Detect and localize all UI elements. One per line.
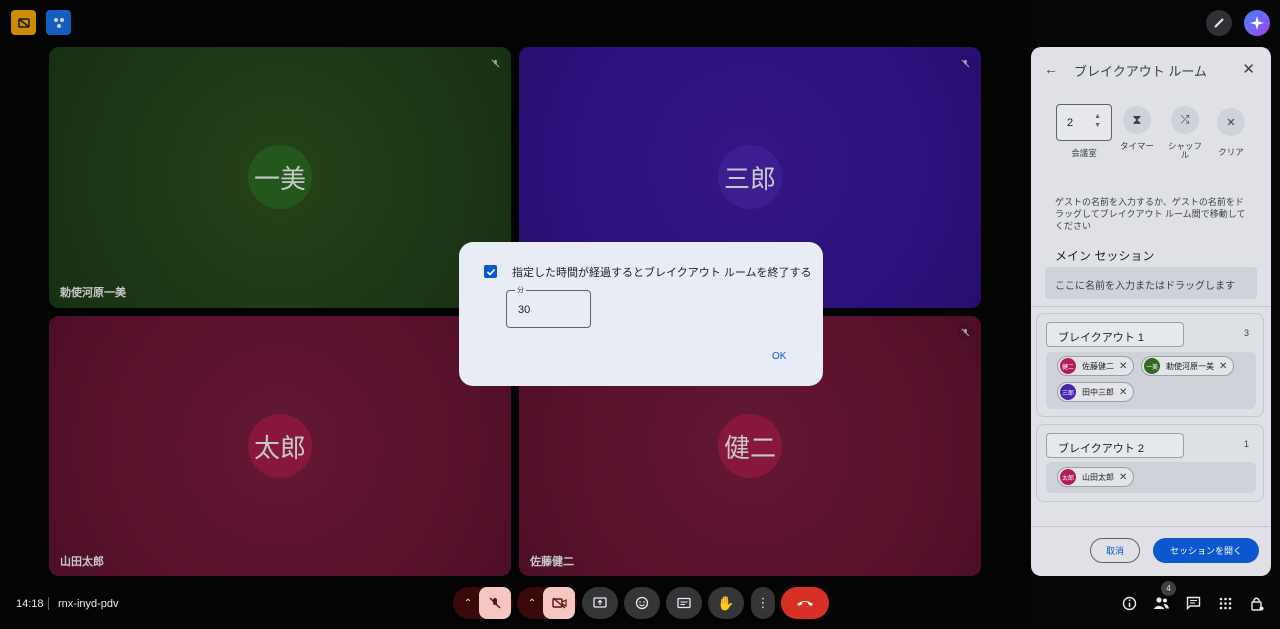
chevron-up-icon: ⌃ (463, 597, 473, 609)
room-count-label: 会議室 (1071, 148, 1097, 158)
timer-dialog: 指定した時間が経過するとブレイクアウト ルームを終了する 分 30 OK (459, 242, 823, 386)
member-name: 山田太郎 (1082, 472, 1114, 482)
leave-call-button[interactable] (781, 587, 829, 619)
end-call-icon (797, 601, 813, 606)
room-count-value: 2 (1067, 117, 1074, 129)
shuffle-icon: ⤮ (1180, 113, 1190, 126)
end-rooms-checkbox[interactable] (484, 265, 497, 278)
emoji-icon (635, 596, 649, 610)
mic-toggle-button[interactable] (479, 587, 511, 619)
meeting-details-icon[interactable] (1118, 592, 1140, 614)
open-session-button[interactable]: セッションを開く (1153, 538, 1259, 563)
close-icon[interactable]: ✕ (1242, 60, 1255, 78)
member-chip[interactable]: 太郎 山田太郎 ✕ (1057, 467, 1135, 487)
room-member-count: 1 (1243, 439, 1249, 449)
room-count-stepper[interactable]: 2 ▲ ▼ (1056, 104, 1112, 141)
pencil-icon[interactable] (1206, 10, 1232, 36)
captions-icon (677, 597, 691, 609)
raise-hand-button[interactable]: ✋ (708, 587, 744, 619)
timer-label: タイマー (1119, 141, 1154, 151)
room-members: 健二 佐藤健二 ✕ 一美 勅使河原一美 ✕ 三郎 田中三郎 ✕ (1046, 352, 1256, 409)
people-count-badge: 4 (1161, 581, 1176, 596)
cancel-button[interactable]: 取消 (1090, 538, 1140, 563)
reactions-button[interactable] (624, 587, 660, 619)
shuffle-button[interactable]: ⤮ (1171, 106, 1199, 134)
more-options-button[interactable]: ⋮ (751, 587, 775, 619)
ok-button[interactable]: OK (772, 351, 786, 362)
hand-icon: ✋ (717, 594, 735, 611)
chevron-up-icon: ⌃ (527, 597, 537, 609)
remove-icon[interactable]: ✕ (1119, 361, 1127, 372)
gemini-icon[interactable] (1244, 10, 1270, 36)
mic-off-icon (489, 597, 501, 609)
divider (1031, 526, 1271, 527)
room-name-input[interactable]: ブレイクアウト 1 (1046, 322, 1184, 347)
timer-button[interactable]: ⧗ (1123, 106, 1151, 134)
minutes-field[interactable]: 分 30 (506, 285, 591, 328)
clear-label: クリア (1218, 147, 1244, 157)
breakout-rooms-panel: ← ブレイクアウト ルーム ✕ 2 ▲ ▼ 会議室 ⧗ タイマー ⤮ シャッフル … (1031, 47, 1271, 576)
shuffle-label: シャッフル (1167, 141, 1202, 160)
member-name: 佐藤健二 (1082, 361, 1114, 371)
avatar: 健二 (1060, 358, 1076, 374)
clear-icon: ✕ (1226, 116, 1236, 129)
divider (1031, 306, 1271, 307)
remove-icon[interactable]: ✕ (1119, 387, 1127, 398)
host-controls-icon[interactable] (1246, 592, 1268, 614)
member-chip[interactable]: 健二 佐藤健二 ✕ (1057, 356, 1135, 376)
more-vert-icon: ⋮ (756, 595, 770, 610)
captions-button[interactable] (666, 587, 702, 619)
chat-icon[interactable] (1182, 592, 1204, 614)
panel-title: ブレイクアウト ルーム (1074, 64, 1207, 79)
divider (48, 597, 49, 610)
minutes-label: 分 (515, 285, 526, 295)
stepper-arrows-icon[interactable]: ▲ ▼ (1094, 112, 1101, 130)
room-member-count: 3 (1243, 328, 1249, 338)
camera-options-button[interactable]: ⌃ (519, 587, 545, 619)
present-screen-button[interactable] (582, 587, 618, 619)
meet-app: 一美 勅使河原一美 三郎 太郎 山田太郎 健二 佐藤健二 ← ブレイクアウト ル… (0, 0, 1280, 629)
hourglass-icon: ⧗ (1132, 112, 1142, 127)
camera-off-icon (551, 597, 567, 609)
breakout-room-1: ブレイクアウト 1 3 健二 佐藤健二 ✕ 一美 勅使河原一美 ✕ 三郎 田中三… (1036, 313, 1264, 417)
clock: 14:18 (16, 598, 44, 610)
main-session-dropzone[interactable]: ここに名前を入力またはドラッグします (1045, 267, 1257, 299)
remove-icon[interactable]: ✕ (1219, 361, 1227, 372)
meeting-code: rnx-inyd-pdv (58, 598, 119, 610)
breakout-room-2: ブレイクアウト 2 1 太郎 山田太郎 ✕ (1036, 424, 1264, 502)
room-name-input[interactable]: ブレイクアウト 2 (1046, 433, 1184, 458)
activities-grid-icon[interactable] (1214, 592, 1236, 614)
avatar: 一美 (1144, 358, 1160, 374)
room-members: 太郎 山田太郎 ✕ (1046, 462, 1256, 493)
avatar: 太郎 (1060, 469, 1076, 485)
instruction-text: ゲストの名前を入力するか、ゲストの名前をドラッグしてブレイクアウト ルーム間で移… (1055, 197, 1246, 231)
main-session-title: メイン セッション (1055, 249, 1155, 263)
mic-options-button[interactable]: ⌃ (455, 587, 481, 619)
member-chip[interactable]: 一美 勅使河原一美 ✕ (1141, 356, 1235, 376)
member-name: 田中三郎 (1082, 387, 1114, 397)
avatar: 三郎 (1060, 384, 1076, 400)
present-icon (593, 597, 607, 608)
checkbox-label: 指定した時間が経過するとブレイクアウト ルームを終了する (512, 267, 812, 279)
member-name: 勅使河原一美 (1166, 361, 1214, 371)
remove-icon[interactable]: ✕ (1119, 472, 1127, 483)
clear-button[interactable]: ✕ (1217, 108, 1245, 136)
camera-toggle-button[interactable] (543, 587, 575, 619)
member-chip[interactable]: 三郎 田中三郎 ✕ (1057, 382, 1135, 402)
minutes-value: 30 (518, 304, 531, 316)
back-arrow-icon[interactable]: ← (1044, 61, 1058, 77)
